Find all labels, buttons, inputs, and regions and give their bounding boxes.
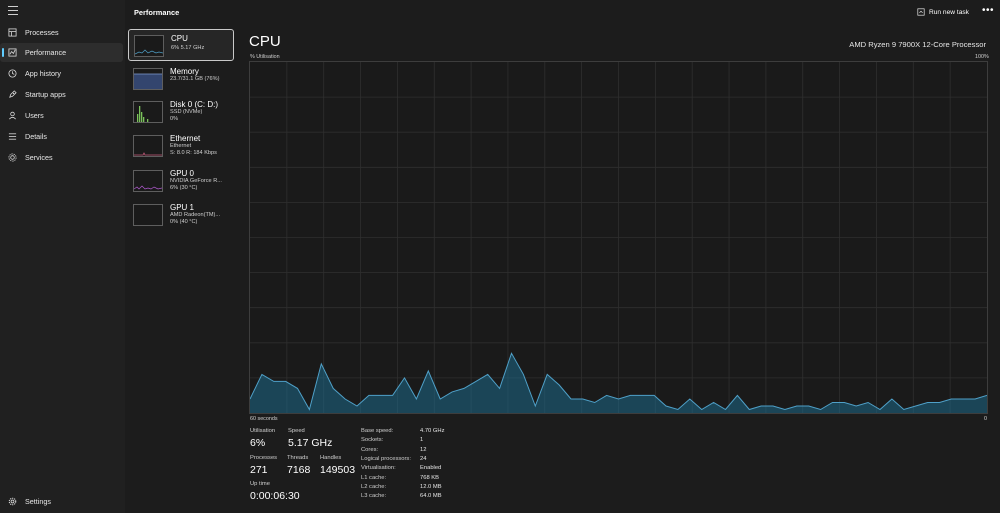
device-gpu-1[interactable]: GPU 1 AMD Radeon(TM)... 0% (40 °C) <box>128 199 234 231</box>
threads-value: 7168 <box>287 464 311 476</box>
device-disk-0[interactable]: Disk 0 (C: D:) SSD (NVMe) 0% <box>128 96 234 128</box>
nav-item-processes[interactable]: Processes <box>0 23 123 42</box>
nav-label: App history <box>25 69 61 78</box>
spec-label: L2 cache: <box>361 484 387 490</box>
navigation-pane: Processes Performance App history Startu… <box>0 0 125 513</box>
spec-value: Enabled <box>420 465 442 471</box>
device-usage: 0% (40 °C) <box>170 219 198 225</box>
nav-label: Processes <box>25 28 59 37</box>
utilisation-value: 6% <box>250 437 266 449</box>
spec-label: L3 cache: <box>361 493 387 499</box>
nav-item-app-history[interactable]: App history <box>0 64 123 83</box>
menu-icon[interactable] <box>8 6 18 16</box>
device-title: GPU 1 <box>170 203 195 212</box>
users-icon <box>8 111 17 120</box>
device-subtitle: 23.7/31.1 GB (76%) <box>170 76 220 82</box>
selection-indicator <box>2 48 4 57</box>
spec-value: 64.0 MB <box>420 493 442 499</box>
handles-label: Handles <box>320 455 342 461</box>
cpu-thumbnail-graph <box>134 35 164 57</box>
startup-apps-icon <box>8 90 17 99</box>
spec-value: 4.70 GHz <box>420 428 445 434</box>
nav-label: Settings <box>25 497 51 506</box>
handles-value: 149503 <box>320 464 356 476</box>
threads-label: Threads <box>287 455 309 461</box>
processes-icon <box>8 28 17 37</box>
ethernet-thumbnail-graph <box>133 135 163 157</box>
spec-label: Virtualisation: <box>361 465 396 471</box>
run-task-label: Run new task <box>929 8 969 16</box>
device-gpu-0[interactable]: GPU 0 NVIDIA GeForce R... 6% (30 °C) <box>128 165 234 197</box>
nav-label: Details <box>25 132 47 141</box>
run-new-task-button[interactable]: Run new task <box>917 8 969 16</box>
processes-value: 271 <box>250 464 268 476</box>
device-cpu[interactable]: CPU 6% 5.17 GHz <box>128 29 234 61</box>
nav-label: Performance <box>25 48 67 57</box>
device-subtitle: 6% 5.17 GHz <box>171 45 205 51</box>
y-axis-label: % Utilisation <box>250 54 280 60</box>
services-icon <box>8 153 17 162</box>
spec-value: 24 <box>420 456 427 462</box>
speed-value: 5.17 GHz <box>288 437 333 449</box>
device-title: GPU 0 <box>170 169 195 178</box>
disk-thumbnail-graph <box>133 101 163 123</box>
more-options-button[interactable]: ••• <box>982 5 994 16</box>
nav-item-users[interactable]: Users <box>0 106 123 125</box>
device-throughput: S: 8.0 R: 184 Kbps <box>170 150 217 156</box>
gpu1-thumbnail-graph <box>133 204 163 226</box>
spec-label: Cores: <box>361 447 379 453</box>
nav-label: Services <box>25 153 53 162</box>
spec-value: 12 <box>420 447 427 453</box>
device-subtitle: SSD (NVMe) <box>170 109 203 115</box>
gear-icon <box>8 497 17 506</box>
device-usage: 0% <box>170 116 179 122</box>
device-title: Ethernet <box>170 134 201 143</box>
speed-label: Speed <box>288 428 305 434</box>
x-axis-right-label: 0 <box>984 416 987 422</box>
cpu-graph-canvas <box>250 62 987 413</box>
processor-name: AMD Ryzen 9 7900X 12-Core Processor <box>849 40 986 49</box>
device-title: CPU <box>171 34 188 43</box>
utilisation-label: Utilisation <box>250 428 276 434</box>
device-usage: 6% (30 °C) <box>170 185 198 191</box>
nav-item-details[interactable]: Details <box>0 127 123 146</box>
device-subtitle: NVIDIA GeForce R... <box>170 178 222 184</box>
spec-label: Base speed: <box>361 428 394 434</box>
performance-icon <box>8 48 17 57</box>
header-bar: Performance Run new task ••• <box>125 0 1000 24</box>
cpu-heading: CPU <box>249 33 281 50</box>
nav-label: Users <box>25 111 44 120</box>
uptime-label: Up time <box>250 481 270 487</box>
page-title: Performance <box>134 8 180 17</box>
spec-label: Logical processors: <box>361 456 411 462</box>
processes-label: Processes <box>250 455 278 461</box>
app-history-icon <box>8 69 17 78</box>
nav-item-startup-apps[interactable]: Startup apps <box>0 85 123 104</box>
nav-label: Startup apps <box>25 90 66 99</box>
device-title: Disk 0 (C: D:) <box>170 100 218 109</box>
device-subtitle: Ethernet <box>170 143 192 149</box>
gpu0-thumbnail-graph <box>133 170 163 192</box>
device-memory[interactable]: Memory 23.7/31.1 GB (76%) <box>128 63 234 95</box>
nav-item-settings[interactable]: Settings <box>0 492 123 511</box>
spec-label: Sockets: <box>361 437 384 443</box>
uptime-value: 0:00:06:30 <box>250 490 300 502</box>
spec-value: 1 <box>420 437 424 443</box>
cpu-utilisation-graph <box>249 61 988 414</box>
spec-label: L1 cache: <box>361 475 387 481</box>
spec-value: 12.0 MB <box>420 484 442 490</box>
details-icon <box>8 132 17 141</box>
x-axis-left-label: 60 seconds <box>250 416 278 422</box>
y-axis-max: 100% <box>975 54 989 60</box>
nav-item-performance[interactable]: Performance <box>0 43 123 62</box>
device-ethernet[interactable]: Ethernet Ethernet S: 8.0 R: 184 Kbps <box>128 130 234 162</box>
nav-item-services[interactable]: Services <box>0 148 123 167</box>
run-task-icon <box>917 8 925 16</box>
memory-thumbnail-graph <box>133 68 163 90</box>
device-subtitle: AMD Radeon(TM)... <box>170 212 221 218</box>
device-title: Memory <box>170 67 199 76</box>
spec-value: 768 KB <box>420 475 440 481</box>
